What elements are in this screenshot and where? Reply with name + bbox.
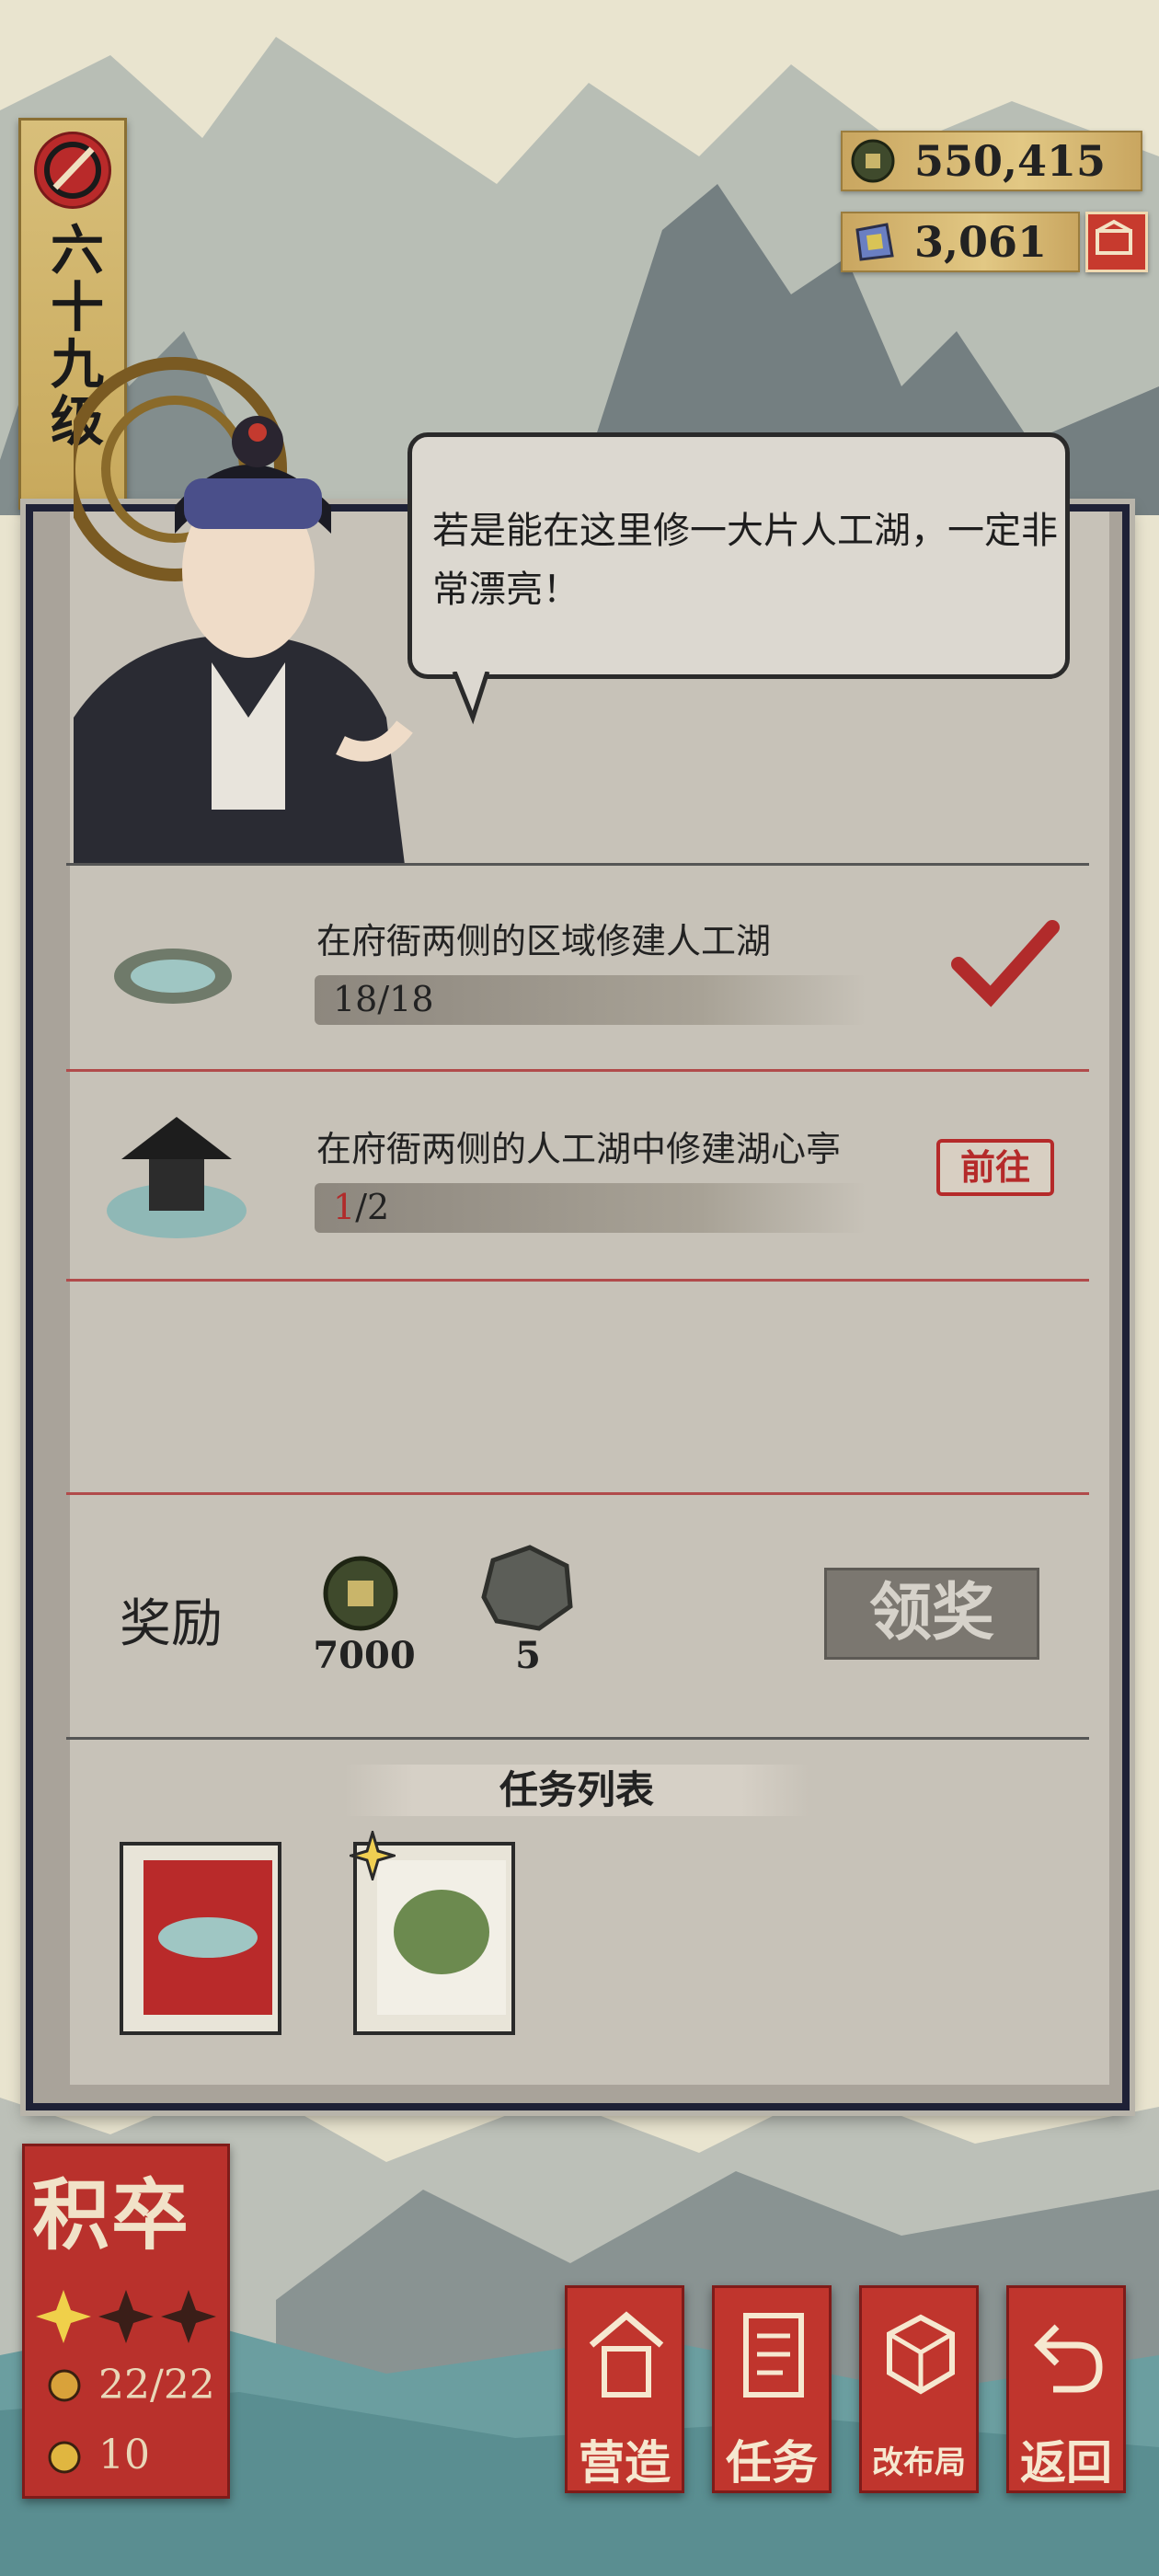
- coin-amount: 550,415: [914, 136, 1107, 186]
- dialog-text: 若是能在这里修一大片人工湖，一定非常漂亮！: [432, 510, 1058, 611]
- quest-item[interactable]: 在府衙两侧的区域修建人工湖 18/18: [66, 883, 1096, 1090]
- task-list-title: 任务列表: [344, 1765, 809, 1816]
- jade-amount: 3,061: [914, 217, 1048, 267]
- dialog-bubble-tail: [452, 672, 490, 725]
- quest-item[interactable]: 在府衙两侧的人工湖中修建湖心亭 1/2: [66, 1093, 1096, 1300]
- jade-counter: 3,061: [841, 212, 1080, 272]
- brush-emblem-icon: [34, 132, 111, 209]
- divider: [66, 863, 1089, 866]
- quest-progress-bar: 1/2: [315, 1183, 866, 1233]
- character-portrait: [74, 357, 413, 865]
- rank-title: 积卒: [32, 2169, 191, 2260]
- claim-reward-button[interactable]: 领奖: [824, 1568, 1039, 1660]
- tasks-button[interactable]: 任务: [712, 2285, 832, 2493]
- build-label: 营造: [579, 2435, 671, 2490]
- worker-icon: [48, 2369, 81, 2402]
- goto-button[interactable]: 前往: [936, 1139, 1054, 1196]
- coin-icon: [323, 1556, 398, 1631]
- rank-stars: [36, 2290, 216, 2343]
- build-button[interactable]: 营造: [565, 2285, 684, 2493]
- cube-icon: [887, 2314, 955, 2395]
- coin-icon: [851, 139, 895, 183]
- quest-progress-total: /2: [355, 1187, 390, 1227]
- lake-icon: [114, 949, 232, 1004]
- stone-icon: [481, 1545, 573, 1631]
- divider: [66, 1737, 1089, 1740]
- checkmark-icon: [951, 920, 1060, 1007]
- build-icon: [589, 2311, 664, 2398]
- layout-label: 改布局: [872, 2444, 966, 2481]
- coin-counter: 550,415: [841, 131, 1142, 191]
- quest-progress-current: 1: [333, 1187, 356, 1227]
- reward-amount: 7000: [313, 1634, 416, 1677]
- layout-button[interactable]: 改布局: [859, 2285, 979, 2493]
- back-arrow-icon: [1034, 2324, 1103, 2393]
- divider: [66, 1492, 1089, 1495]
- quest-progress-bar: 18/18: [315, 975, 866, 1025]
- resident-icon: [48, 2441, 81, 2474]
- shop-chest-icon: [1096, 219, 1132, 255]
- task-book-lake[interactable]: [118, 1840, 283, 2038]
- quest-progress-text: 1/2: [333, 1187, 389, 1227]
- reward-label: 奖励: [120, 1594, 223, 1654]
- quest-progress-text: 18/18: [333, 979, 434, 1019]
- tasks-label: 任务: [726, 2435, 818, 2490]
- quest-title: 在府衙两侧的区域修建人工湖: [316, 921, 772, 961]
- sparkle-icon: [350, 1831, 396, 1880]
- back-label: 返回: [1020, 2435, 1112, 2490]
- quest-title: 在府衙两侧的人工湖中修建湖心亭: [316, 1129, 842, 1169]
- workers-count: 22/22: [98, 2362, 215, 2409]
- rank-card[interactable]: 积卒 22/22 10: [22, 2144, 230, 2499]
- shop-button[interactable]: [1085, 212, 1148, 272]
- residents-count: 10: [98, 2432, 150, 2478]
- task-book-icon: [743, 2313, 804, 2398]
- reward-amount: 5: [515, 1634, 541, 1677]
- pavilion-icon: [107, 1117, 247, 1238]
- back-button[interactable]: 返回: [1006, 2285, 1126, 2493]
- jade-gem-icon: [855, 223, 894, 261]
- dialog-bubble: 若是能在这里修一大片人工湖，一定非常漂亮！: [407, 432, 1070, 679]
